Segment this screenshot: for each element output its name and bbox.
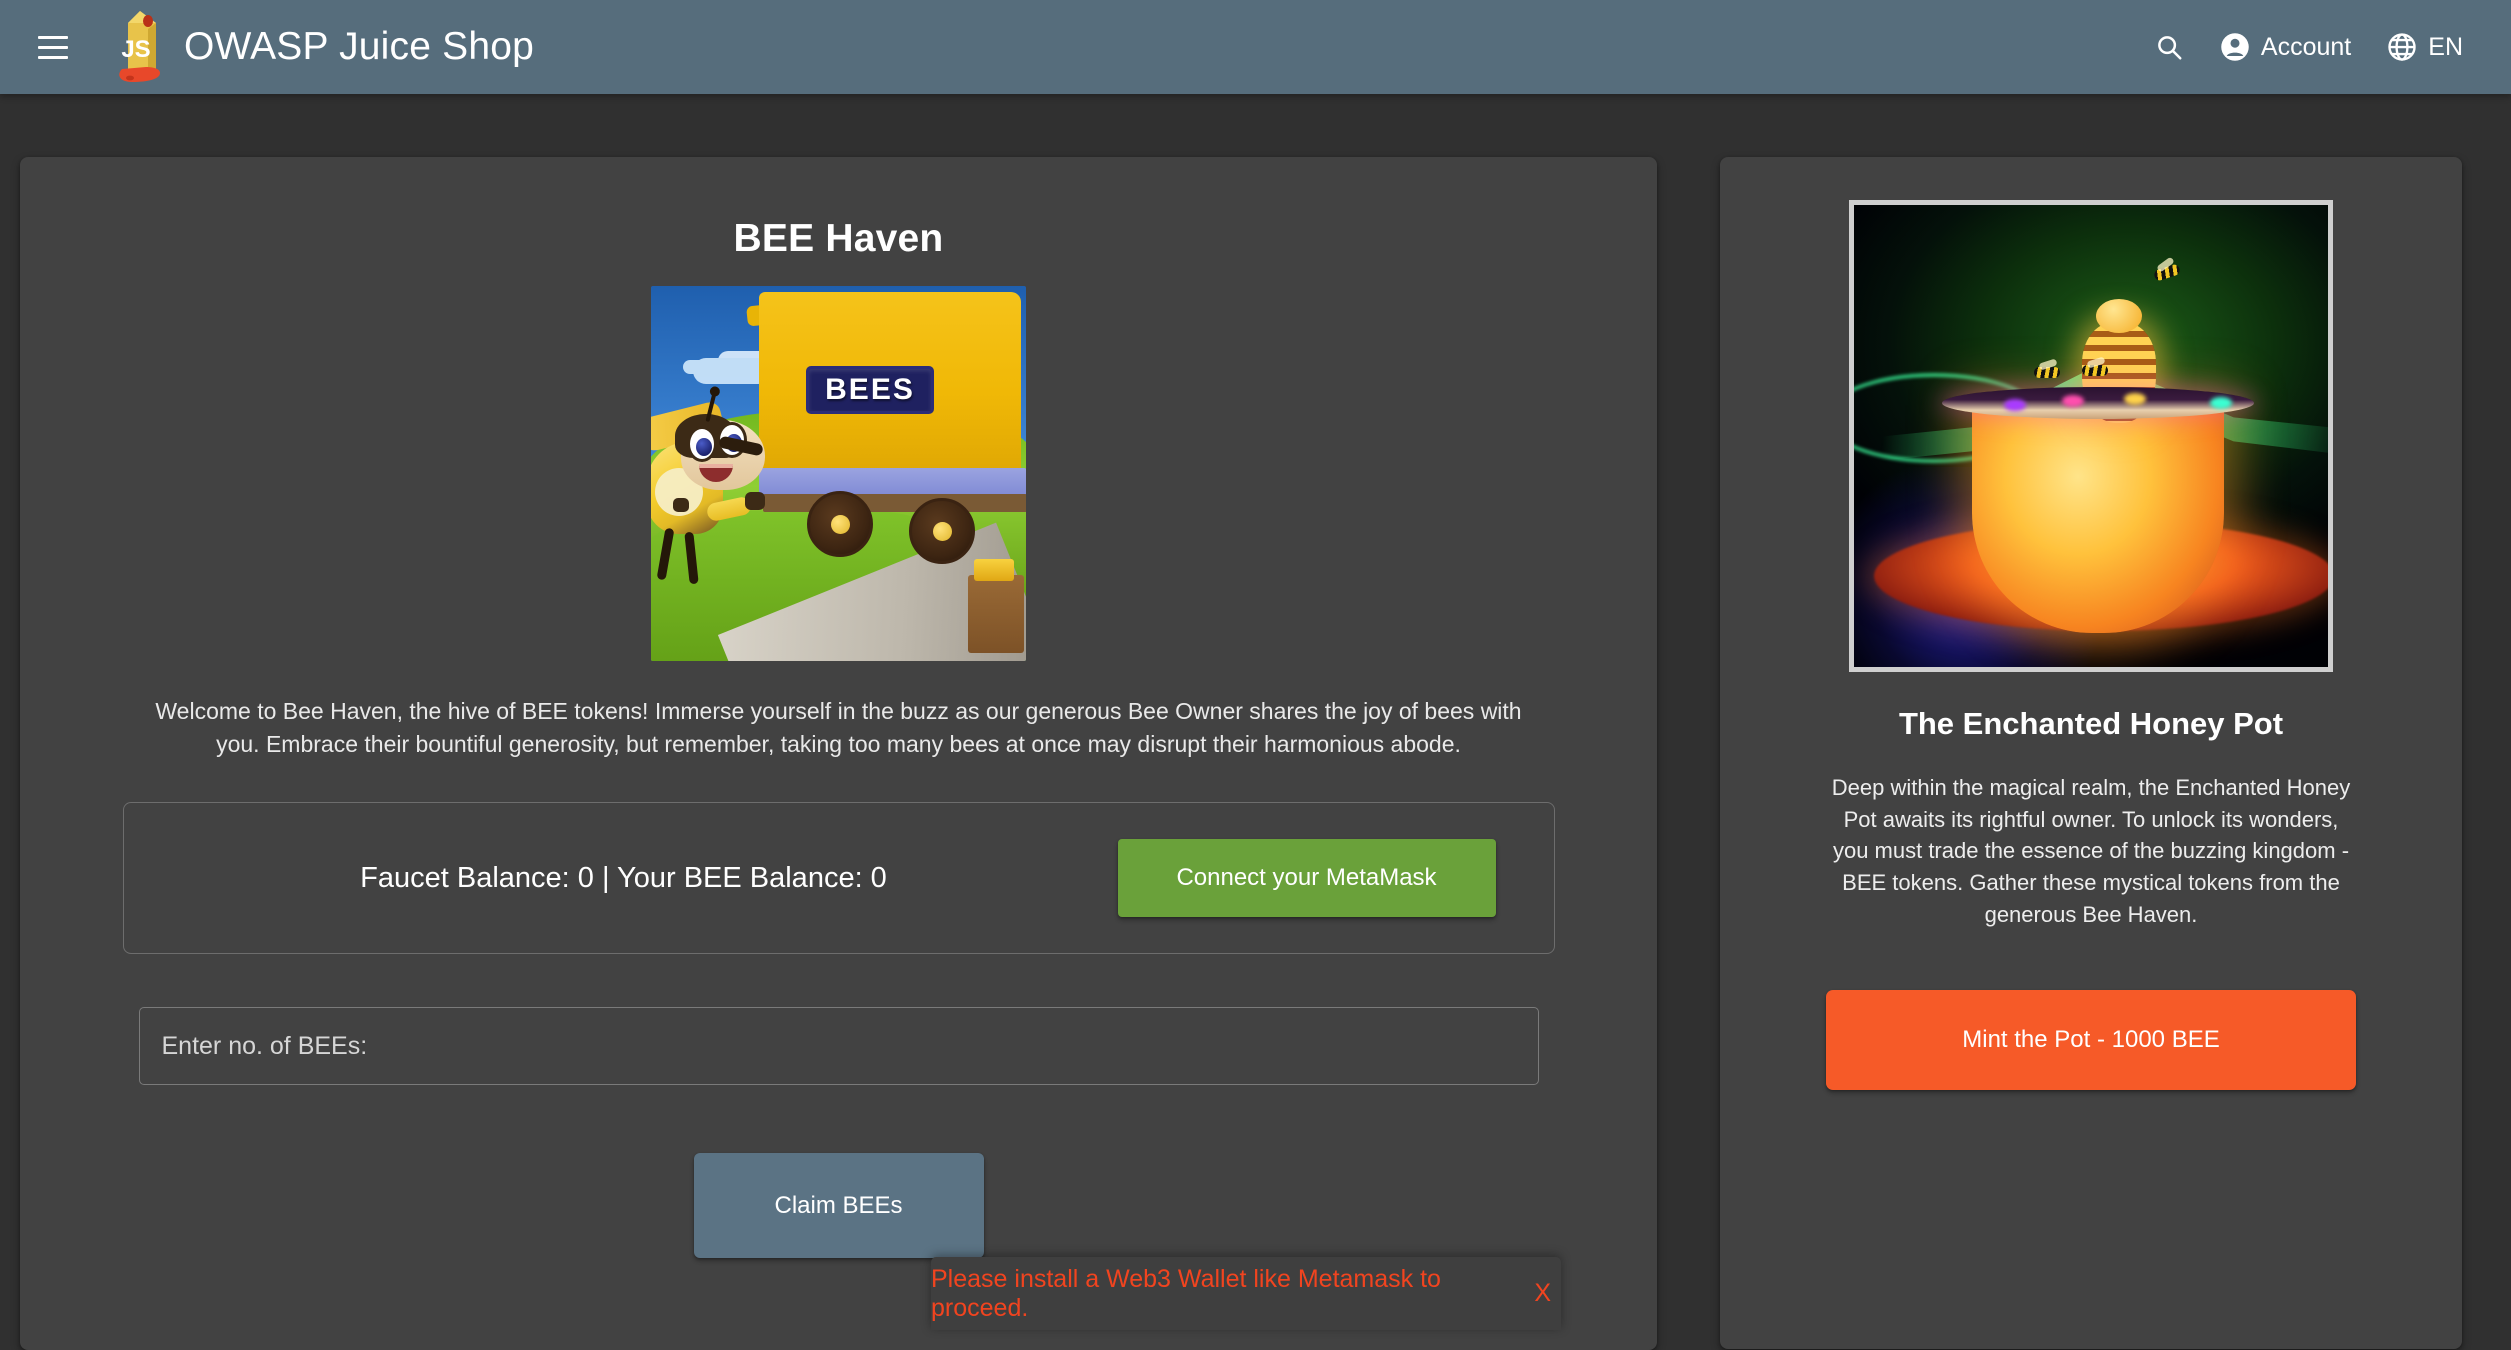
truck-wheel: [909, 498, 975, 564]
honey-pot-image: [1849, 200, 2333, 672]
lid-light: [2124, 393, 2146, 405]
bee-icon: [2034, 367, 2060, 378]
bees-truck-illustration: BEES: [651, 286, 1026, 661]
toolbar-actions: Account EN: [2136, 22, 2481, 72]
bee-leg: [656, 527, 675, 581]
lid-light: [2004, 399, 2026, 411]
nft-title: The Enchanted Honey Pot: [1898, 706, 2284, 741]
app-title: OWASP Juice Shop: [184, 25, 535, 68]
account-button[interactable]: Account: [2202, 22, 2369, 72]
faucet-description: Welcome to Bee Haven, the hive of BEE to…: [155, 698, 1522, 757]
balance-panel: Faucet Balance: 0 | Your BEE Balance: 0 …: [122, 802, 1555, 955]
hamburger-menu-icon[interactable]: [24, 18, 82, 76]
honey-pot-nft-card: The Enchanted Honey Pot Deep within the …: [1720, 157, 2462, 1349]
bees-truck-image: BEES: [651, 286, 1026, 661]
search-button[interactable]: [2136, 22, 2202, 72]
bee-eye: [687, 426, 717, 462]
juice-shop-logo-icon: JS: [108, 9, 170, 85]
lid-light: [2210, 397, 2232, 409]
snackbar-toast: Please install a Web3 Wallet like Metama…: [931, 1257, 1561, 1330]
mint-pot-button[interactable]: Mint the Pot - 1000 BEE: [1826, 990, 2356, 1091]
connect-metamask-button[interactable]: Connect your MetaMask: [1117, 839, 1496, 918]
bee-leg: [684, 531, 699, 585]
close-icon[interactable]: X: [1524, 1275, 1561, 1312]
bee-hand: [673, 498, 689, 512]
nft-description: Deep within the magical realm, the Encha…: [1831, 775, 2351, 927]
claim-bees-button[interactable]: Claim BEEs: [693, 1153, 984, 1259]
honey-pot-illustration: [1854, 205, 2328, 667]
language-button[interactable]: EN: [2369, 22, 2481, 72]
truck-sign-text: BEES: [825, 373, 915, 406]
hamburger-bar: [38, 45, 68, 49]
bee-faucet-card: BEE Haven BEES Welcome to Bee Haven, the…: [20, 157, 1657, 1350]
svg-text:JS: JS: [121, 36, 150, 63]
bee-icon: [2152, 263, 2182, 282]
snackbar-message: Please install a Web3 Wallet like Metama…: [931, 1264, 1441, 1322]
globe-icon: [2387, 32, 2417, 62]
truck-under-frame: [763, 494, 1026, 512]
cartoon-bee-icon: [651, 391, 775, 606]
language-label: EN: [2428, 32, 2463, 61]
search-icon: [2154, 32, 2184, 62]
honey-crate: [968, 559, 1024, 653]
page-title: BEE Haven: [733, 217, 944, 260]
account-label: Account: [2260, 32, 2352, 61]
truck-wheel: [807, 491, 873, 557]
bee-icon: [2082, 365, 2108, 376]
honey-pot-lid: [1942, 387, 2254, 419]
hamburger-bar: [38, 35, 68, 39]
account-circle-icon: [2220, 32, 2250, 62]
truck-sign: BEES: [806, 366, 934, 414]
honey-pot-body: [1972, 403, 2224, 633]
app-toolbar: JS OWASP Juice Shop Account EN: [0, 0, 2511, 94]
brand-home-link[interactable]: JS OWASP Juice Shop: [108, 9, 534, 85]
lid-light: [2062, 395, 2084, 407]
bee-hand: [745, 492, 765, 510]
hamburger-bar: [38, 55, 68, 59]
bee-amount-input[interactable]: [138, 1007, 1539, 1086]
page-content: BEE Haven BEES Welcome to Bee Haven, the…: [0, 94, 2511, 1350]
